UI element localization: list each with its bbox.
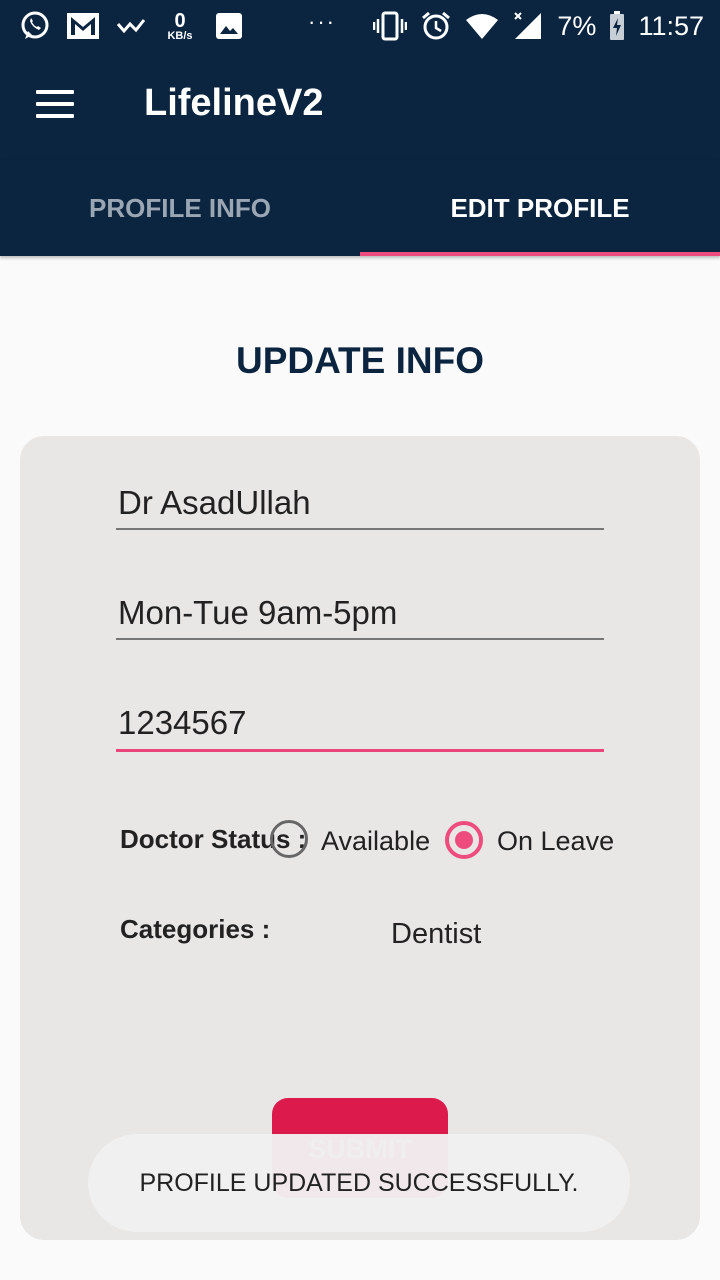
more-notifications-indicator: ··· [308, 9, 336, 34]
wifi-icon [465, 9, 499, 43]
schedule-field-value: Mon-Tue 9am-5pm [118, 594, 398, 631]
radio-on-leave[interactable] [445, 821, 483, 859]
hamburger-menu-icon[interactable] [36, 90, 76, 120]
tab-bar: PROFILE INFO EDIT PROFILE [0, 160, 720, 256]
vibrate-icon [373, 9, 408, 43]
categories-value[interactable]: Dentist [391, 918, 481, 951]
phone-field[interactable]: 1234567 [116, 704, 604, 752]
check-icon [114, 9, 148, 43]
app-title: LifelineV2 [144, 82, 324, 124]
app-bar: LifelineV2 [0, 52, 720, 160]
radio-available[interactable] [270, 820, 308, 858]
toast-message: PROFILE UPDATED SUCCESSFULLY. [88, 1134, 630, 1232]
radio-available-label[interactable]: Available [321, 826, 430, 857]
image-icon [212, 9, 246, 43]
whatsapp-icon [18, 9, 52, 43]
alarm-icon [419, 9, 453, 43]
battery-charging-icon [608, 9, 626, 43]
page-title: UPDATE INFO [235, 340, 485, 381]
status-bar-system: 7% 11:57 [373, 8, 704, 44]
tab-profile-info[interactable]: PROFILE INFO [0, 160, 360, 256]
network-speed: 0 KB/s [162, 11, 198, 42]
status-bar-notifications: 0 KB/s ··· [18, 8, 336, 44]
edit-profile-card: Dr AsadUllah Mon-Tue 9am-5pm 1234567 Doc… [20, 436, 700, 1240]
network-speed-value: 0 [174, 9, 186, 32]
tab-edit-profile[interactable]: EDIT PROFILE [360, 160, 720, 256]
phone-field-underline [116, 749, 604, 752]
name-field-value: Dr AsadUllah [118, 484, 311, 521]
status-bar: 0 KB/s ··· 7% 11:57 [0, 0, 720, 52]
battery-percent: 7% [557, 10, 597, 41]
name-field[interactable]: Dr AsadUllah [116, 484, 604, 530]
schedule-field-underline [116, 638, 604, 640]
phone-field-value: 1234567 [118, 704, 247, 741]
network-speed-unit: KB/s [167, 29, 193, 42]
signal-icon [511, 9, 545, 43]
gmail-icon [66, 9, 100, 43]
clock: 11:57 [638, 10, 704, 41]
radio-on-leave-label[interactable]: On Leave [497, 826, 614, 857]
schedule-field[interactable]: Mon-Tue 9am-5pm [116, 594, 604, 640]
categories-label: Categories : [120, 914, 271, 944]
name-field-underline [116, 528, 604, 530]
